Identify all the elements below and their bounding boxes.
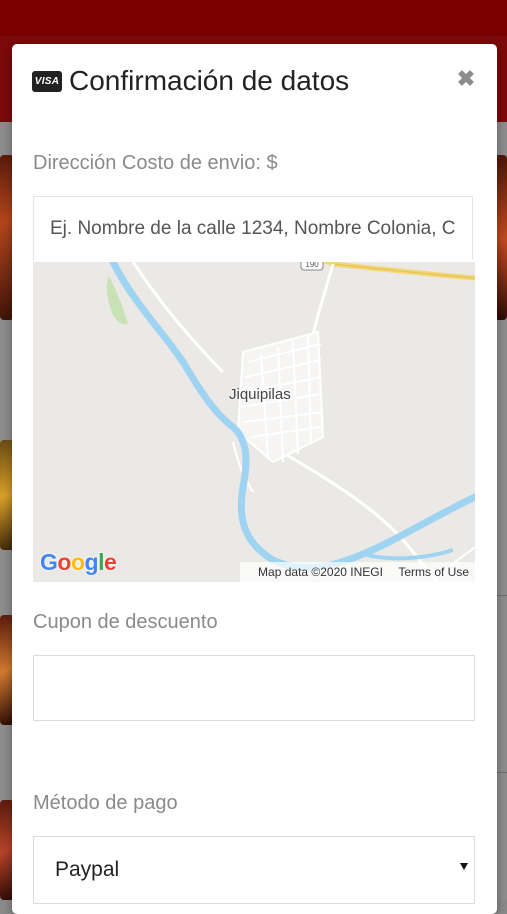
payment-method-label: Método de pago (33, 792, 178, 814)
caret-down-icon (460, 863, 468, 870)
coupon-label: Cupon de descuento (33, 611, 218, 633)
payment-selected-value: Paypal (55, 858, 120, 881)
google-logo: Google (40, 549, 117, 575)
close-icon[interactable]: ✖ (456, 68, 476, 90)
modal-title: Confirmación de datos (69, 65, 350, 96)
road-shield: 190 (300, 262, 324, 271)
payment-method-select[interactable]: Paypal (33, 836, 475, 904)
coupon-input[interactable] (33, 655, 475, 721)
credit-card-icon: VISA (32, 71, 62, 92)
confirmation-modal: VISA Confirmación de datos ✖ Dirección C… (12, 44, 497, 914)
svg-text:190: 190 (305, 262, 319, 269)
address-input[interactable] (33, 196, 473, 260)
map-attribution: Map data ©2020 INEGI Terms of Use (240, 562, 475, 582)
terms-of-use-link[interactable]: Terms of Use (398, 565, 469, 579)
map-data-text: Map data ©2020 INEGI (258, 565, 383, 579)
map-town-label: Jiquipilas (229, 386, 291, 403)
app-top-bar (0, 0, 507, 36)
modal-header: VISA Confirmación de datos ✖ (12, 44, 497, 122)
map[interactable]: 190 Jiquipilas Google Map data ©2020 INE… (33, 262, 475, 582)
address-label: Dirección Costo de envio: $ (33, 152, 278, 174)
map-canvas: 190 (106, 262, 475, 582)
